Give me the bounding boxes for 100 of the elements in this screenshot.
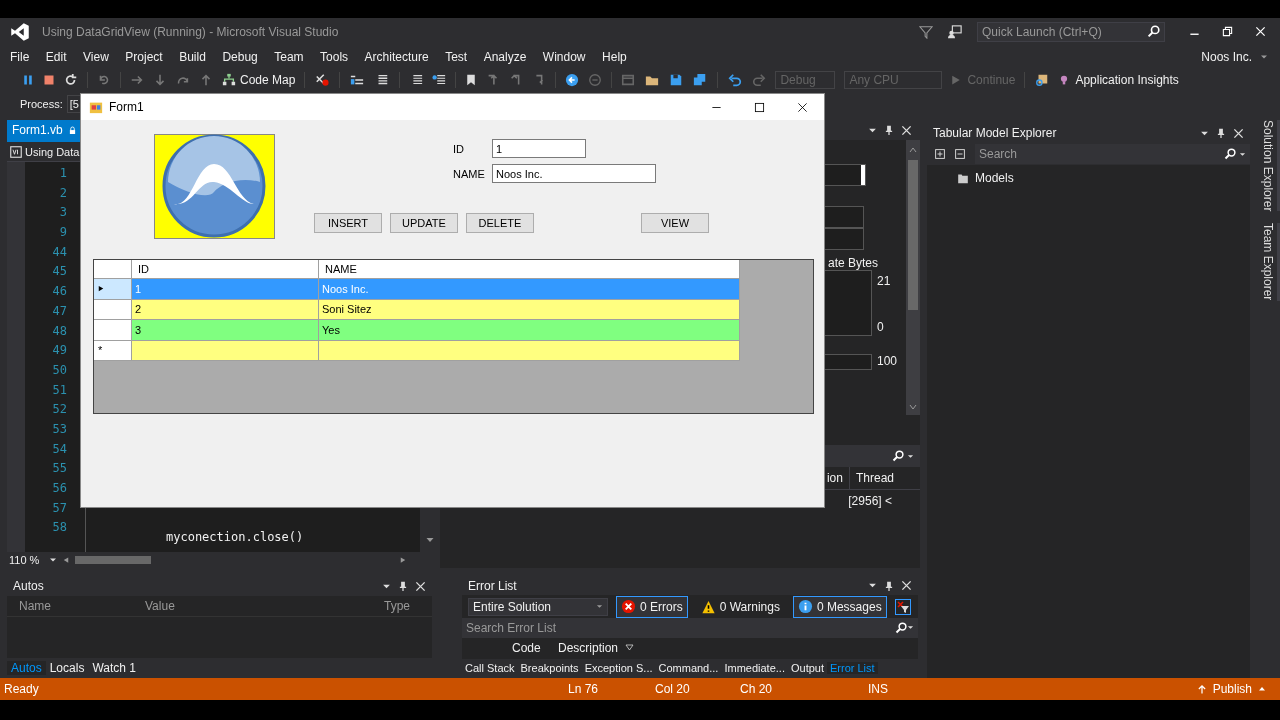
column-header[interactable]: NAME <box>319 260 740 279</box>
line-number: 47 <box>52 303 67 320</box>
pin-icon[interactable] <box>884 124 894 136</box>
filter-toggle[interactable]: 0 Errors <box>616 595 688 618</box>
panel-title: Error List <box>468 578 517 593</box>
scroll-down-icon[interactable] <box>907 403 919 411</box>
column-header[interactable]: Description <box>558 641 636 656</box>
clear-filter-icon[interactable] <box>894 598 911 615</box>
search-icon <box>1224 148 1236 160</box>
save-icon[interactable] <box>669 73 684 87</box>
menu-item[interactable]: Debug <box>222 49 267 64</box>
panel-tab[interactable]: Command... <box>655 662 722 675</box>
pin-icon[interactable] <box>398 580 408 592</box>
column-header[interactable]: Type <box>384 599 432 613</box>
menu-item[interactable]: Window <box>542 49 595 64</box>
menu-item[interactable]: Build <box>179 49 215 64</box>
panel-tab[interactable]: Locals <box>45 661 89 675</box>
scroll-down-icon[interactable] <box>425 536 435 544</box>
column-header[interactable]: Value <box>145 599 384 613</box>
menu-item[interactable]: Help <box>602 49 636 64</box>
panel-tab[interactable]: Error List <box>827 662 878 675</box>
menu-item[interactable]: View <box>83 49 118 64</box>
code-map-button[interactable]: Code Map <box>240 73 296 87</box>
visual-studio-logo-icon <box>10 21 30 42</box>
scope-dropdown[interactable]: Entire Solution <box>468 597 608 616</box>
stop-icon[interactable] <box>43 74 55 86</box>
scroll-left-icon[interactable] <box>63 555 70 565</box>
zoom-dropdown[interactable]: 110 % <box>9 554 40 566</box>
side-tab[interactable]: Solution Explorer <box>1254 120 1280 212</box>
column-header[interactable]: Name <box>7 599 145 613</box>
filter-toggle[interactable]: 0 Messages <box>792 595 887 618</box>
scrollbar-thumb[interactable] <box>75 556 152 564</box>
table-cell: 2 <box>132 299 319 320</box>
panel-tab[interactable]: Autos <box>7 661 46 675</box>
search-field[interactable]: Search Error List <box>462 618 918 638</box>
panel-tab[interactable]: Exception S... <box>581 662 656 675</box>
tree-item[interactable]: Models <box>975 171 1014 185</box>
search-icon <box>895 621 907 634</box>
filter-toggle[interactable]: 0 Warnings <box>695 595 785 618</box>
dropdown-icon[interactable] <box>49 556 58 564</box>
row-header[interactable]: * <box>94 340 132 361</box>
undo-icon[interactable] <box>727 73 744 87</box>
menu-item[interactable]: Analyze <box>483 49 535 64</box>
panel-tab[interactable]: Call Stack <box>462 662 518 675</box>
menu-item[interactable]: Tools <box>320 49 357 64</box>
row-header[interactable] <box>94 320 132 341</box>
text-field[interactable]: Noos Inc. <box>492 164 656 183</box>
document-tab[interactable]: Form1.vb <box>7 120 81 140</box>
menu-item[interactable]: Edit <box>45 49 76 64</box>
row-header[interactable] <box>94 299 132 320</box>
form-button[interactable]: DELETE <box>466 213 534 233</box>
quick-launch-field[interactable]: Quick Launch (Ctrl+Q) <box>977 21 1165 42</box>
expand-all-icon[interactable] <box>935 149 945 159</box>
column-header[interactable]: ID <box>132 260 319 279</box>
column-header[interactable]: Code <box>512 641 558 656</box>
feedback-icon[interactable] <box>947 24 963 39</box>
side-tab[interactable]: Team Explorer <box>1254 223 1280 301</box>
comment-icon[interactable] <box>432 73 447 87</box>
panel-tab[interactable]: Breakpoints <box>517 662 582 675</box>
menu-item[interactable]: Test <box>445 49 476 64</box>
pin-icon[interactable] <box>1216 127 1226 139</box>
undo-arrow-icon <box>97 73 111 87</box>
form-button[interactable]: INSERT <box>314 213 382 233</box>
bookmark-icon[interactable] <box>465 73 478 87</box>
pause-icon[interactable] <box>22 74 34 86</box>
navigation-dropdown[interactable]: Using Data <box>25 145 80 158</box>
menu-item[interactable]: Project <box>125 49 172 64</box>
search-field[interactable]: Search <box>975 144 1250 164</box>
line-number: 50 <box>52 362 67 379</box>
close-icon[interactable] <box>797 101 808 113</box>
scroll-up-icon[interactable] <box>907 146 919 154</box>
form-button[interactable]: UPDATE <box>390 213 458 233</box>
breakpoint-icon[interactable] <box>314 73 331 87</box>
panel-tab[interactable]: Output <box>787 662 827 675</box>
maximize-icon[interactable] <box>754 101 765 113</box>
menu-item[interactable]: File <box>10 49 38 64</box>
lock-icon <box>68 125 76 135</box>
lightbulb-icon <box>1059 73 1070 87</box>
scroll-right-icon[interactable] <box>400 555 406 565</box>
restart-icon[interactable] <box>64 73 78 87</box>
pin-icon[interactable] <box>884 579 894 592</box>
scrollbar-thumb[interactable] <box>908 160 918 310</box>
panel-tab[interactable]: Immediate... <box>721 662 788 675</box>
vertical-scrollbar[interactable] <box>906 140 920 415</box>
column-header[interactable]: ion <box>826 467 849 489</box>
text-field[interactable]: 1 <box>492 139 586 158</box>
panel-tab[interactable]: Watch 1 <box>88 661 140 675</box>
menu-item[interactable]: Team <box>274 49 313 64</box>
application-insights-button[interactable]: Application Insights <box>1075 73 1179 87</box>
account-name[interactable]: Noos Inc. <box>1201 49 1252 64</box>
menu-item[interactable]: Architecture <box>364 49 438 64</box>
collapse-all-icon[interactable] <box>955 149 965 159</box>
column-header[interactable]: Thread <box>848 467 900 489</box>
form-button[interactable]: VIEW <box>641 213 709 233</box>
list-icon[interactable] <box>349 73 366 87</box>
publish-button[interactable]: Publish <box>1212 682 1252 696</box>
filter-icon[interactable] <box>919 24 933 39</box>
restore-icon[interactable] <box>1222 26 1233 37</box>
down-arrow-icon <box>153 73 167 87</box>
back-circle-icon[interactable] <box>565 73 580 87</box>
